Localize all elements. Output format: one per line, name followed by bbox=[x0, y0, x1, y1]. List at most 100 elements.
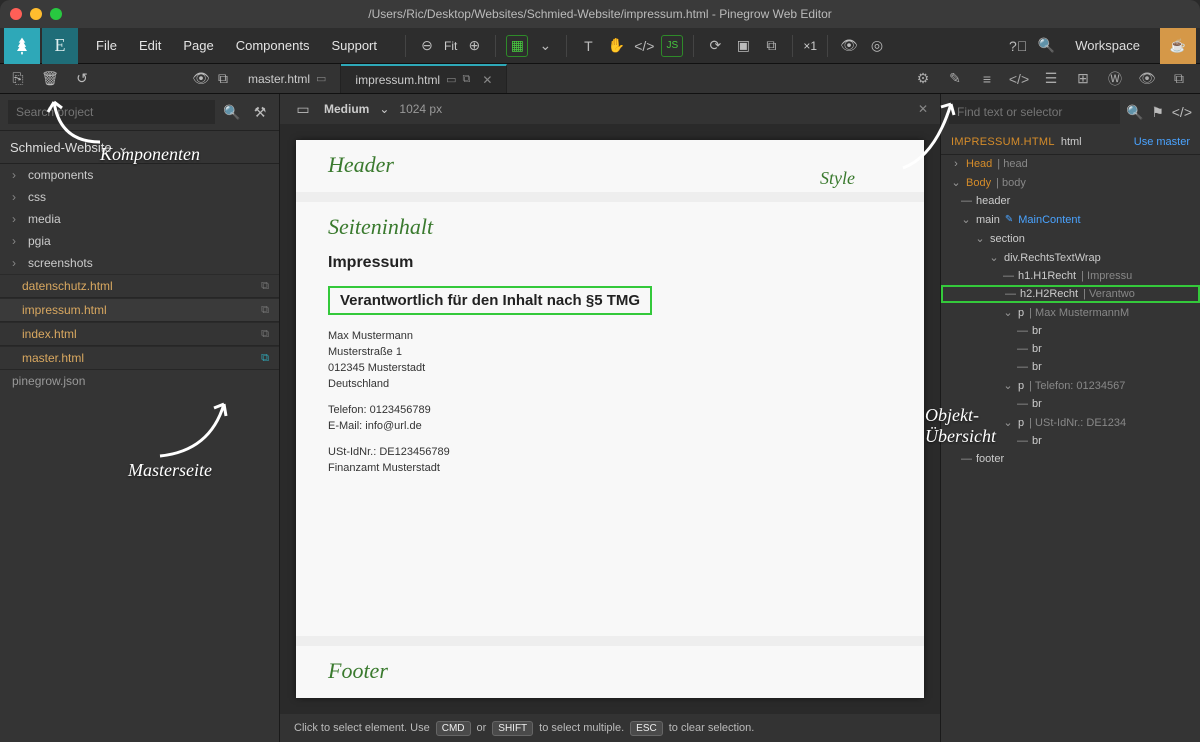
contact-paragraph[interactable]: Telefon: 0123456789 E-Mail: info@url.de bbox=[328, 403, 892, 435]
dom-node[interactable]: ⌄main ✎ MainContent bbox=[941, 210, 1200, 229]
help-icon[interactable]: ?⃝ bbox=[1007, 35, 1029, 57]
copy-icon[interactable]: ⧉ bbox=[261, 304, 269, 317]
content-region[interactable]: Seiteninhalt Impressum Verantwortlich fü… bbox=[296, 202, 924, 636]
project-title-row[interactable]: Schmied-Website ⌄ bbox=[0, 130, 279, 164]
page-h1[interactable]: Impressum bbox=[328, 254, 892, 272]
search-icon[interactable]: 🔍 bbox=[1126, 101, 1143, 123]
template-engine-indicator[interactable]: E bbox=[42, 28, 78, 64]
dom-node[interactable]: —h2.H2Recht | Verantwo bbox=[941, 285, 1200, 303]
js-icon[interactable]: JS bbox=[661, 35, 683, 57]
viewport-size-label[interactable]: Medium bbox=[324, 102, 369, 116]
menu-page[interactable]: Page bbox=[173, 34, 223, 57]
grab-tool-icon[interactable]: ✋ bbox=[605, 35, 627, 57]
tax-paragraph[interactable]: USt-IdNr.: DE123456789 Finanzamt Musters… bbox=[328, 445, 892, 477]
project-search-input[interactable] bbox=[8, 100, 215, 124]
layout-icon[interactable]: ▣ bbox=[732, 35, 754, 57]
menu-components[interactable]: Components bbox=[226, 34, 320, 57]
use-master-link[interactable]: Use master bbox=[1134, 136, 1190, 148]
dom-node[interactable]: —br bbox=[941, 395, 1200, 413]
dom-node[interactable]: —h1.H1Recht | Impressu bbox=[941, 267, 1200, 285]
folder-pgia[interactable]: ›pgia bbox=[0, 230, 279, 252]
dom-node[interactable]: ⌄p | Max MustermannM bbox=[941, 303, 1200, 322]
folder-screenshots[interactable]: ›screenshots bbox=[0, 252, 279, 274]
tab-close-icon[interactable]: ✕ bbox=[482, 73, 492, 87]
address-paragraph[interactable]: Max Mustermann Musterstraße 1 012345 Mus… bbox=[328, 329, 892, 393]
page-body[interactable]: Max Mustermann Musterstraße 1 012345 Mus… bbox=[328, 329, 892, 477]
tab-master[interactable]: master.html ▭ bbox=[234, 64, 341, 93]
dom-node[interactable]: ⌄div.RechtsTextWrap bbox=[941, 248, 1200, 267]
dom-node[interactable]: —br bbox=[941, 358, 1200, 376]
wordpress-icon[interactable]: Ⓦ bbox=[1104, 68, 1126, 90]
chevron-down-icon[interactable]: ⌄ bbox=[379, 102, 389, 116]
workspace-menu[interactable]: Workspace bbox=[1063, 38, 1152, 53]
chevron-down-icon[interactable]: ⌄ bbox=[534, 35, 556, 57]
refresh-icon[interactable]: ⟳ bbox=[704, 35, 726, 57]
visibility-icon[interactable]: 👁 bbox=[838, 35, 860, 57]
undo-icon[interactable]: ↺ bbox=[72, 68, 92, 90]
coffee-icon[interactable]: ☕ bbox=[1160, 28, 1196, 64]
settings-icon[interactable]: ⚙ bbox=[912, 68, 934, 90]
tab-impressum[interactable]: impressum.html ▭ ⧉ ✕ bbox=[341, 64, 507, 93]
zoom-in-icon[interactable]: ⊕ bbox=[463, 35, 485, 57]
dom-node[interactable]: ⌄Body | body bbox=[941, 173, 1200, 192]
dom-node[interactable]: —header bbox=[941, 192, 1200, 210]
dom-class[interactable]: MainContent bbox=[1018, 214, 1080, 226]
folder-css[interactable]: ›css bbox=[0, 186, 279, 208]
filter-icon[interactable]: ⚒ bbox=[249, 101, 271, 123]
folder-media[interactable]: ›media bbox=[0, 208, 279, 230]
dom-node[interactable]: —footer bbox=[941, 450, 1200, 468]
dom-node[interactable]: ⌄p | Telefon: 01234567 bbox=[941, 376, 1200, 395]
footer-region[interactable]: Footer bbox=[296, 636, 924, 698]
dom-node[interactable]: ›Head | head bbox=[941, 155, 1200, 173]
search-icon[interactable]: 🔍 bbox=[221, 101, 243, 123]
dom-node[interactable]: ⌄section bbox=[941, 229, 1200, 248]
dom-node[interactable]: ⌄p | USt-IdNr.: DE1234 bbox=[941, 413, 1200, 432]
app-logo[interactable] bbox=[4, 28, 40, 64]
tree-icon[interactable]: ☰ bbox=[1040, 68, 1062, 90]
zoom-out-icon[interactable]: ⊖ bbox=[416, 35, 438, 57]
eye-icon[interactable]: 👁 bbox=[190, 68, 212, 90]
panel-toggle-icon[interactable]: ⎘ bbox=[8, 68, 28, 90]
zoom-factor[interactable]: ×1 bbox=[803, 39, 817, 53]
file-master[interactable]: master.html⧉ bbox=[0, 346, 279, 370]
copy-icon[interactable]: ⧉ bbox=[212, 68, 234, 90]
menu-file[interactable]: File bbox=[86, 34, 127, 57]
code-icon[interactable]: </> bbox=[633, 35, 655, 57]
trash-icon[interactable]: 🗑 bbox=[40, 68, 60, 90]
text-tool-icon[interactable]: T bbox=[577, 35, 599, 57]
chevron-icon: — bbox=[961, 453, 971, 465]
menu-edit[interactable]: Edit bbox=[129, 34, 171, 57]
dom-node[interactable]: —br bbox=[941, 432, 1200, 450]
device-icon[interactable]: ⧉ bbox=[760, 35, 782, 57]
dom-node[interactable]: —br bbox=[941, 340, 1200, 358]
header-region[interactable]: Header bbox=[296, 140, 924, 202]
viewport-icon[interactable]: ▭ bbox=[292, 98, 314, 120]
copy-icon[interactable]: ⧉ bbox=[261, 280, 269, 293]
ruler-icon[interactable]: ≡ bbox=[976, 68, 998, 90]
master-icon[interactable]: ⧉ bbox=[261, 352, 269, 365]
grid-icon[interactable]: ▦ bbox=[506, 35, 528, 57]
filter-icon[interactable]: ⚑ bbox=[1149, 101, 1165, 123]
file-index[interactable]: index.html⧉ bbox=[0, 322, 279, 346]
file-pinegrow-json[interactable]: pinegrow.json bbox=[0, 370, 279, 392]
close-viewport-icon[interactable]: ✕ bbox=[918, 102, 928, 116]
code-toggle-icon[interactable]: </> bbox=[1172, 101, 1192, 123]
library-icon[interactable]: ⊞ bbox=[1072, 68, 1094, 90]
search-top-icon[interactable]: 🔍 bbox=[1035, 35, 1057, 57]
code-editor-icon[interactable]: </> bbox=[1008, 68, 1030, 90]
dom-node[interactable]: —br bbox=[941, 322, 1200, 340]
fit-label[interactable]: Fit bbox=[444, 39, 457, 53]
file-impressum[interactable]: impressum.html⧉ bbox=[0, 298, 279, 322]
target-icon[interactable]: ◎ bbox=[866, 35, 888, 57]
copy-icon[interactable]: ⧉ bbox=[261, 328, 269, 341]
more-icon[interactable]: ⧉ bbox=[1168, 68, 1190, 90]
page-h2-selected[interactable]: Verantwortlich für den Inhalt nach §5 TM… bbox=[328, 286, 652, 315]
brush-icon[interactable]: ✎ bbox=[944, 68, 966, 90]
dom-search-input[interactable] bbox=[949, 100, 1120, 124]
file-datenschutz[interactable]: datenschutz.html⧉ bbox=[0, 274, 279, 298]
menu-support[interactable]: Support bbox=[321, 34, 387, 57]
page-canvas[interactable]: Header Seiteninhalt Impressum Verantwort… bbox=[296, 140, 924, 698]
project-panel: 🔍 ⚒ Schmied-Website ⌄ ›components ›css ›… bbox=[0, 94, 280, 742]
preview-icon[interactable]: 👁 bbox=[1136, 68, 1158, 90]
folder-components[interactable]: ›components bbox=[0, 164, 279, 186]
